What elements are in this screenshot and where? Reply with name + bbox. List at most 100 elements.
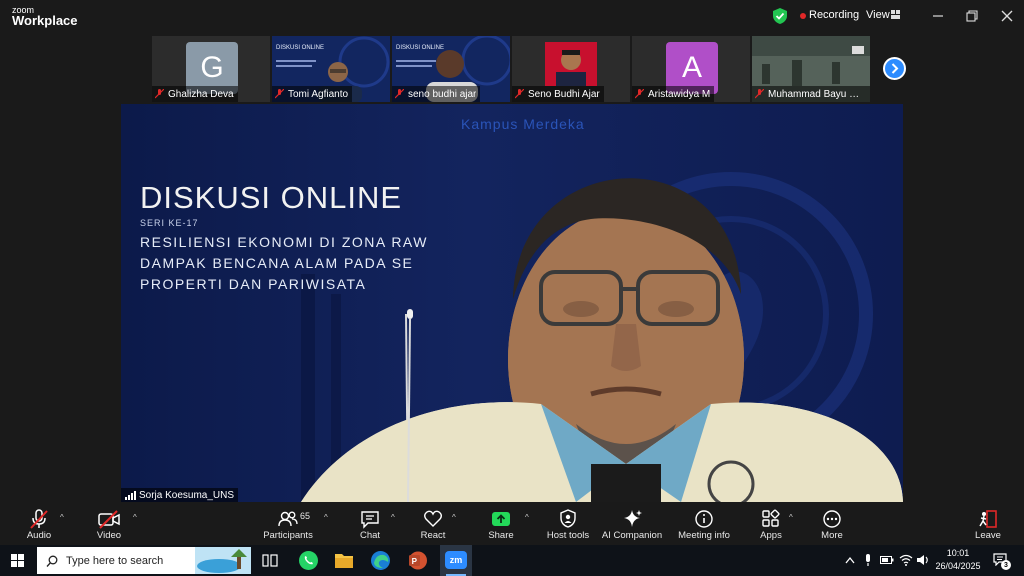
- muted-mic-icon: [395, 89, 404, 99]
- tray-chevron-up-icon[interactable]: [845, 556, 855, 564]
- powerpoint-icon[interactable]: P: [407, 550, 428, 571]
- battery-icon[interactable]: [880, 555, 894, 565]
- slide-mini-title: DISKUSI ONLINE: [276, 45, 325, 51]
- minimize-icon[interactable]: [928, 6, 948, 26]
- participant-tile[interactable]: DISKUSI ONLINE seno budhi ajar: [392, 36, 510, 102]
- audio-options-caret-icon[interactable]: ^: [60, 513, 64, 522]
- chevron-right-icon: [891, 63, 899, 74]
- search-placeholder: Type here to search: [66, 555, 164, 567]
- file-explorer-icon[interactable]: [334, 551, 354, 569]
- participant-name-bar: seno budhi ajar: [392, 86, 481, 102]
- recording-dot-icon: [800, 13, 806, 19]
- chat-bubble-icon: [361, 511, 379, 529]
- participants-options-caret-icon[interactable]: ^: [324, 513, 328, 522]
- search-icon: [46, 555, 58, 567]
- apps-button[interactable]: Apps: [757, 503, 785, 545]
- more-button[interactable]: More: [818, 503, 846, 545]
- share-screen-icon: [492, 512, 510, 526]
- participant-name-bar: Muhammad Bayu Ha...: [752, 86, 870, 102]
- react-label: React: [420, 530, 446, 541]
- participants-icon: [278, 511, 298, 527]
- task-view-icon[interactable]: [262, 553, 278, 568]
- muted-mic-icon: [515, 89, 524, 99]
- participants-label: Participants: [263, 530, 313, 541]
- signal-strength-icon: [125, 490, 136, 500]
- participant-name-bar: Seno Budhi Ajar: [512, 86, 604, 102]
- speaker-volume-icon[interactable]: [916, 554, 930, 566]
- chat-button[interactable]: Chat: [356, 503, 384, 545]
- leave-door-icon: [979, 510, 997, 528]
- wifi-icon[interactable]: [899, 554, 913, 566]
- next-page-button[interactable]: [883, 57, 906, 80]
- ai-companion-button[interactable]: AI Companion: [602, 503, 662, 545]
- close-icon[interactable]: [997, 6, 1017, 26]
- participants-count: 65: [300, 511, 311, 521]
- search-highlight-image: [195, 547, 251, 574]
- react-button[interactable]: React: [419, 503, 447, 545]
- react-options-caret-icon[interactable]: ^: [452, 513, 456, 522]
- heart-icon: [424, 510, 442, 527]
- zoom-taskbar-app[interactable]: zm: [440, 545, 472, 576]
- participant-name: Ghalizha Deva: [168, 88, 234, 100]
- participant-name: Aristawidya M: [648, 88, 711, 100]
- meeting-info-button[interactable]: Meeting info: [678, 503, 730, 545]
- participant-name: Muhammad Bayu Ha...: [768, 88, 866, 100]
- share-button[interactable]: Share: [486, 503, 516, 545]
- participants-button[interactable]: Participants: [263, 503, 313, 545]
- participant-name-bar: Aristawidya M: [632, 86, 715, 102]
- notification-count-badge: 3: [1001, 560, 1011, 570]
- recording-status[interactable]: Recording: [809, 9, 859, 21]
- meeting-toolbar: Audio ^ Video ^ Participants 65 ^ Chat ^: [0, 503, 1024, 545]
- host-tools-label: Host tools: [546, 530, 590, 541]
- whatsapp-icon[interactable]: [298, 550, 319, 571]
- view-button[interactable]: View: [866, 9, 890, 21]
- participant-name: seno budhi ajar: [408, 88, 477, 100]
- windows-start-icon[interactable]: [11, 554, 24, 567]
- participant-tile[interactable]: G Ghalizha Deva: [152, 36, 270, 102]
- app-brand-name: Workplace: [12, 13, 78, 28]
- chat-label: Chat: [359, 530, 381, 541]
- taskbar-clock[interactable]: 10:01 26/04/2025: [932, 547, 984, 573]
- participant-tile[interactable]: Seno Budhi Ajar: [512, 36, 630, 102]
- host-tools-button[interactable]: Host tools: [546, 503, 590, 545]
- muted-mic-icon: [635, 89, 644, 99]
- participant-tile[interactable]: Muhammad Bayu Ha...: [752, 36, 870, 102]
- windows-taskbar: Type here to search P zm 10:01 26/04/202…: [0, 545, 1024, 576]
- edge-browser-icon[interactable]: [370, 550, 391, 571]
- slide-title: DISKUSI ONLINE: [140, 180, 403, 215]
- speaker-name: Sorja Koesuma_UNS: [139, 489, 235, 501]
- video-off-icon: [98, 510, 120, 529]
- background-illustration: [301, 172, 903, 502]
- participant-name-bar: Tomi Agfianto: [272, 86, 353, 102]
- video-button[interactable]: Video: [92, 503, 126, 545]
- title-bar: zoom Workplace Recording View: [0, 0, 1024, 33]
- meeting-info-label: Meeting info: [678, 530, 730, 541]
- more-label: More: [821, 530, 843, 541]
- grid-view-icon[interactable]: [891, 10, 901, 19]
- share-options-caret-icon[interactable]: ^: [525, 513, 529, 522]
- apps-label: Apps: [760, 530, 782, 541]
- audio-button[interactable]: Audio: [22, 503, 56, 545]
- chat-options-caret-icon[interactable]: ^: [391, 513, 395, 522]
- zoom-app-icon: zm: [445, 551, 467, 569]
- active-speaker-video[interactable]: Kampus Merdeka DISKUSI ONLINE SERI KE-17…: [121, 104, 903, 502]
- slide-line-3: PROPERTI DAN PARIWISATA: [140, 276, 367, 292]
- notification-center-button[interactable]: 3: [993, 553, 1011, 570]
- muted-mic-icon: [755, 89, 764, 99]
- participant-name: Tomi Agfianto: [288, 88, 349, 100]
- leave-button[interactable]: Leave: [974, 503, 1002, 545]
- participant-tile[interactable]: A Aristawidya M: [632, 36, 750, 102]
- muted-mic-icon: [155, 89, 164, 99]
- participant-name: Seno Budhi Ajar: [528, 88, 600, 100]
- security-shield-icon[interactable]: [773, 8, 787, 24]
- leave-label: Leave: [975, 530, 1001, 541]
- clock-date: 26/04/2025: [935, 561, 981, 571]
- taskbar-search-box[interactable]: Type here to search: [37, 547, 251, 574]
- clock-time: 10:01: [946, 548, 970, 558]
- video-label: Video: [96, 530, 122, 541]
- participant-tile[interactable]: DISKUSI ONLINE Tomi Agfianto: [272, 36, 390, 102]
- apps-options-caret-icon[interactable]: ^: [789, 513, 793, 522]
- tray-microphone-icon[interactable]: [863, 554, 873, 567]
- restore-icon[interactable]: [962, 6, 982, 26]
- video-options-caret-icon[interactable]: ^: [133, 513, 137, 522]
